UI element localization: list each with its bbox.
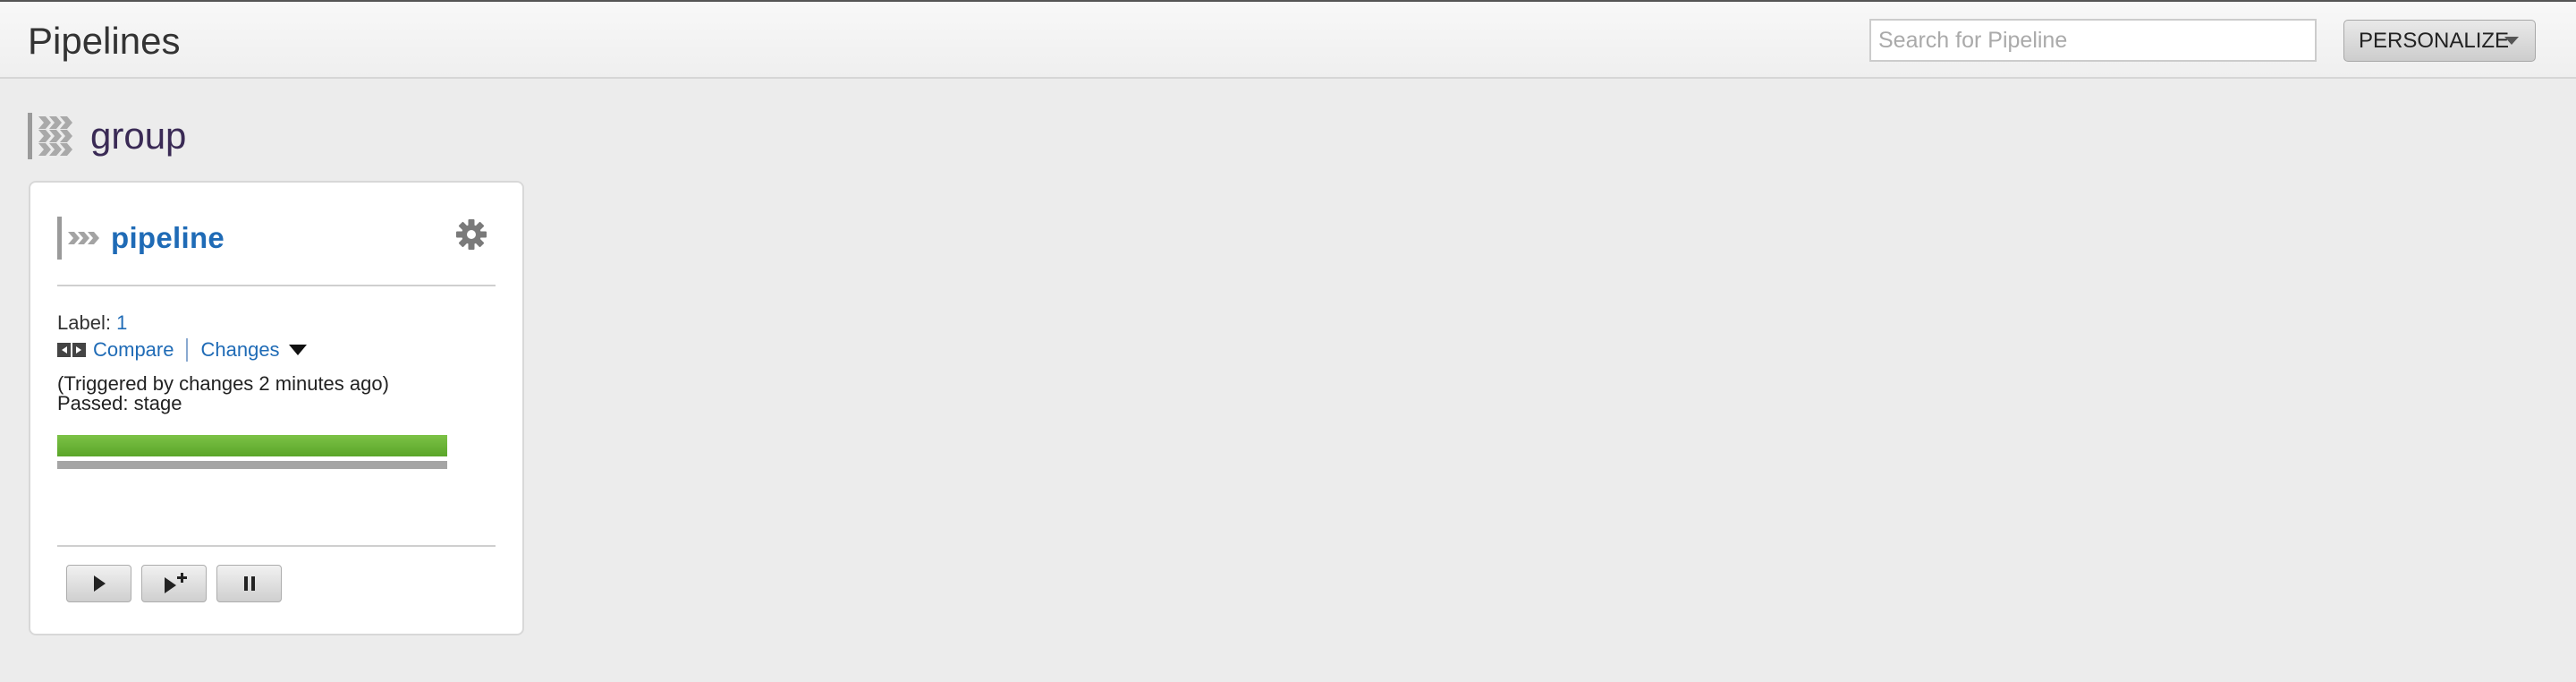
passed-text: Passed: stage: [57, 392, 182, 414]
trigger-button[interactable]: [66, 565, 131, 602]
page-header: Pipelines PERSONALIZE: [0, 0, 2576, 79]
pipeline-group-heading: group: [28, 113, 186, 159]
group-title[interactable]: group: [90, 113, 186, 159]
stage-status-bar[interactable]: [57, 435, 447, 456]
card-divider-top: [57, 285, 496, 286]
play-icon: [93, 575, 106, 592]
pipeline-icon: [57, 217, 99, 260]
search-input[interactable]: [1869, 19, 2317, 62]
changes-dropdown-icon[interactable]: [288, 345, 307, 355]
pipeline-group-icon: [28, 113, 72, 159]
card-divider-bottom: [57, 545, 496, 547]
chevron-down-icon: [2504, 37, 2519, 45]
pipeline-name-link[interactable]: pipeline: [111, 221, 225, 255]
pause-button[interactable]: [216, 565, 282, 602]
progress-track: [57, 461, 447, 469]
pipeline-card: pipeline Label: 1 Compare Changes (Trigg…: [29, 181, 524, 635]
play-plus-icon: [164, 573, 187, 593]
link-separator: [186, 338, 189, 362]
changes-link[interactable]: Changes: [200, 338, 279, 362]
gear-icon[interactable]: [455, 218, 487, 251]
compare-link[interactable]: Compare: [93, 338, 174, 362]
label-row: Label: 1: [57, 310, 127, 337]
trigger-text: (Triggered by changes 2 minutes ago): [57, 372, 389, 395]
pipeline-header: pipeline: [57, 215, 225, 261]
personalize-label: PERSONALIZE: [2359, 28, 2510, 53]
trigger-with-options-button[interactable]: [141, 565, 207, 602]
pause-icon: [243, 576, 255, 591]
label-value-link[interactable]: 1: [116, 311, 127, 334]
compare-row: Compare Changes: [57, 337, 307, 363]
compare-icon: [57, 343, 86, 357]
page-title: Pipelines: [28, 20, 181, 62]
personalize-button[interactable]: PERSONALIZE: [2343, 20, 2536, 62]
label-caption: Label:: [57, 311, 111, 334]
